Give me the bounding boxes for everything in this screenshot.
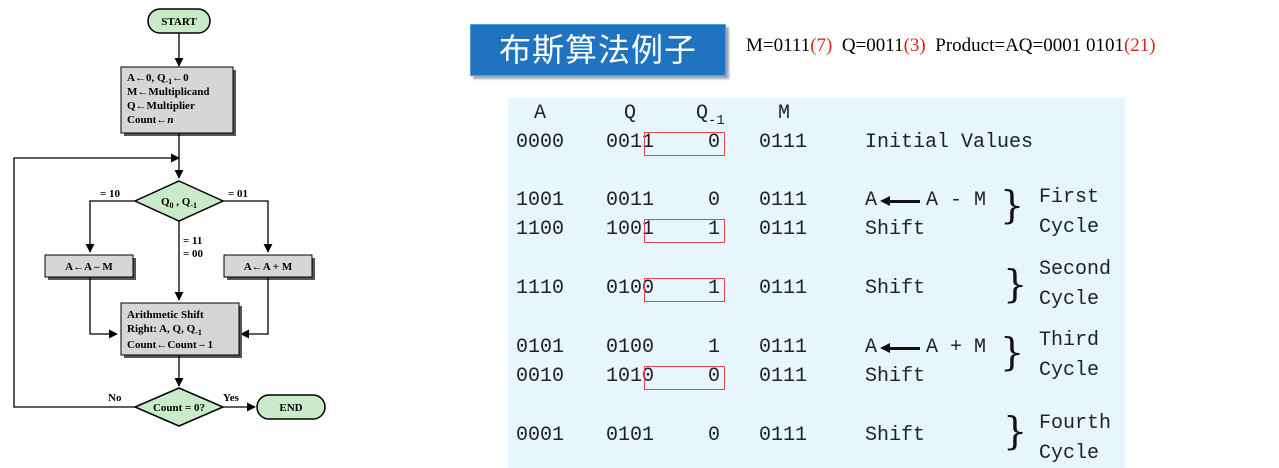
end-label: END xyxy=(279,402,302,414)
page-title: 布斯算法例子 xyxy=(470,24,726,76)
row-6-op: Shift xyxy=(865,424,926,447)
shift-line-3: Count←Count – 1 xyxy=(127,339,213,351)
cycle-3-line2: Cycle xyxy=(1039,359,1100,382)
row-1-a: 1001 xyxy=(516,189,565,212)
init-line-3: Q←Multiplier xyxy=(127,100,195,112)
row-6-a: 0001 xyxy=(516,424,565,447)
shift-box: Arithmetic Shift Right: A, Q, Q-1 Count←… xyxy=(120,302,242,358)
row-1-q: 0011 xyxy=(606,189,655,212)
cycle-4-line1: Fourth xyxy=(1039,412,1112,435)
booth-flowchart: START A←0, Q-1←0 M←Multiplicand Q←Multip… xyxy=(13,8,326,427)
subtract-label: A←A – M xyxy=(65,261,113,273)
add-label: A←A + M xyxy=(244,261,293,273)
formula-product-dec: (21) xyxy=(1123,35,1156,56)
row-6-q: 0101 xyxy=(606,424,655,447)
header-a: A xyxy=(534,102,547,125)
yes-label: Yes xyxy=(223,392,240,404)
row-6-m: 0111 xyxy=(759,424,808,447)
init-line-4: Count← xyxy=(127,114,167,126)
cycle-brace: } xyxy=(1003,409,1028,453)
row-0-m: 0111 xyxy=(759,131,808,154)
row-4-q: 0100 xyxy=(606,336,655,359)
start-label: START xyxy=(161,16,197,28)
cycle-2-line1: Second xyxy=(1039,258,1112,281)
branch-10-label: = 10 xyxy=(100,188,121,200)
row-1-op-left: A xyxy=(865,189,878,212)
row-4-a: 0101 xyxy=(516,336,565,359)
row-0-op: Initial Values xyxy=(865,131,1034,154)
branch-01-label: = 01 xyxy=(228,188,248,200)
formula-q-dec: (3) xyxy=(903,35,926,56)
row-4-m: 0111 xyxy=(759,336,808,359)
cycle-1-line2: Cycle xyxy=(1039,216,1100,239)
formula-q: Q=0011 xyxy=(841,35,904,56)
formula-product: Product=AQ=0001 0101 xyxy=(935,35,1124,56)
formula-m: M=0111 xyxy=(746,35,811,56)
row-2-op: Shift xyxy=(865,218,926,241)
row-3-a: 1110 xyxy=(516,277,565,300)
row-1-m: 0111 xyxy=(759,189,808,212)
decision-q0-q-1: Q0 , Q-1 xyxy=(133,180,225,222)
cycle-brace: } xyxy=(1003,262,1028,306)
add-box: A←A + M xyxy=(223,254,315,280)
count-decision-label: Count = 0? xyxy=(153,402,205,414)
svg-text:Right: A, Q, Q-1: Right: A, Q, Q-1 xyxy=(127,323,202,337)
cycle-brace: } xyxy=(1000,330,1025,374)
branch-00-label: = 00 xyxy=(183,248,204,260)
row-5-a: 0010 xyxy=(516,365,565,388)
row-0-a: 0000 xyxy=(516,131,565,154)
highlight-box xyxy=(644,219,725,243)
no-label: No xyxy=(108,392,122,404)
cycle-2-line2: Cycle xyxy=(1039,288,1100,311)
header-m: M xyxy=(778,102,791,125)
cycle-1-line1: First xyxy=(1039,186,1100,209)
row-1-op-right: A - M xyxy=(926,189,987,212)
row-6-q1: 0 xyxy=(708,424,721,447)
highlight-box xyxy=(644,366,725,390)
row-3-op: Shift xyxy=(865,277,926,300)
row-4-op-right: A + M xyxy=(926,336,987,359)
cycle-4-line2: Cycle xyxy=(1039,442,1100,465)
init-line-2: M←Multiplicand xyxy=(127,86,210,98)
header-q: Q xyxy=(624,102,637,125)
formula-line: M=0111(7) Q=0011(3) Product=AQ=0001 0101… xyxy=(746,35,1156,57)
row-4-op-left: A xyxy=(865,336,878,359)
shift-line-2: Right: A, Q, Q xyxy=(127,323,196,335)
formula-m-dec: (7) xyxy=(810,35,833,56)
end-terminal: END xyxy=(256,394,326,420)
row-4-q1: 1 xyxy=(708,336,721,359)
row-2-m: 0111 xyxy=(759,218,808,241)
svg-text:A←0, Q-1←0: A←0, Q-1←0 xyxy=(127,72,189,86)
shift-line-1: Arithmetic Shift xyxy=(127,309,204,321)
subtract-box: A←A – M xyxy=(44,254,136,280)
row-3-m: 0111 xyxy=(759,277,808,300)
row-5-m: 0111 xyxy=(759,365,808,388)
cycle-3-line1: Third xyxy=(1039,329,1100,352)
cycle-brace: } xyxy=(1000,183,1025,227)
svg-text:Count←n: Count←n xyxy=(127,114,173,126)
highlight-box xyxy=(644,278,725,302)
row-5-op: Shift xyxy=(865,365,926,388)
booth-trace-table: A Q Q-1 M 0000 0011 0 0111 Initial Value… xyxy=(508,98,1125,468)
init-box: A←0, Q-1←0 M←Multiplicand Q←Multiplier C… xyxy=(120,66,236,136)
init-line-1: A←0, Q xyxy=(127,72,166,84)
header-q-1: Q-1 xyxy=(696,102,725,130)
count-decision: Count = 0? xyxy=(133,387,225,427)
row-2-a: 1100 xyxy=(516,218,565,241)
start-terminal: START xyxy=(147,8,211,34)
branch-11-label: = 11 xyxy=(183,235,202,247)
row-1-q1: 0 xyxy=(708,189,721,212)
highlight-box xyxy=(644,132,725,156)
